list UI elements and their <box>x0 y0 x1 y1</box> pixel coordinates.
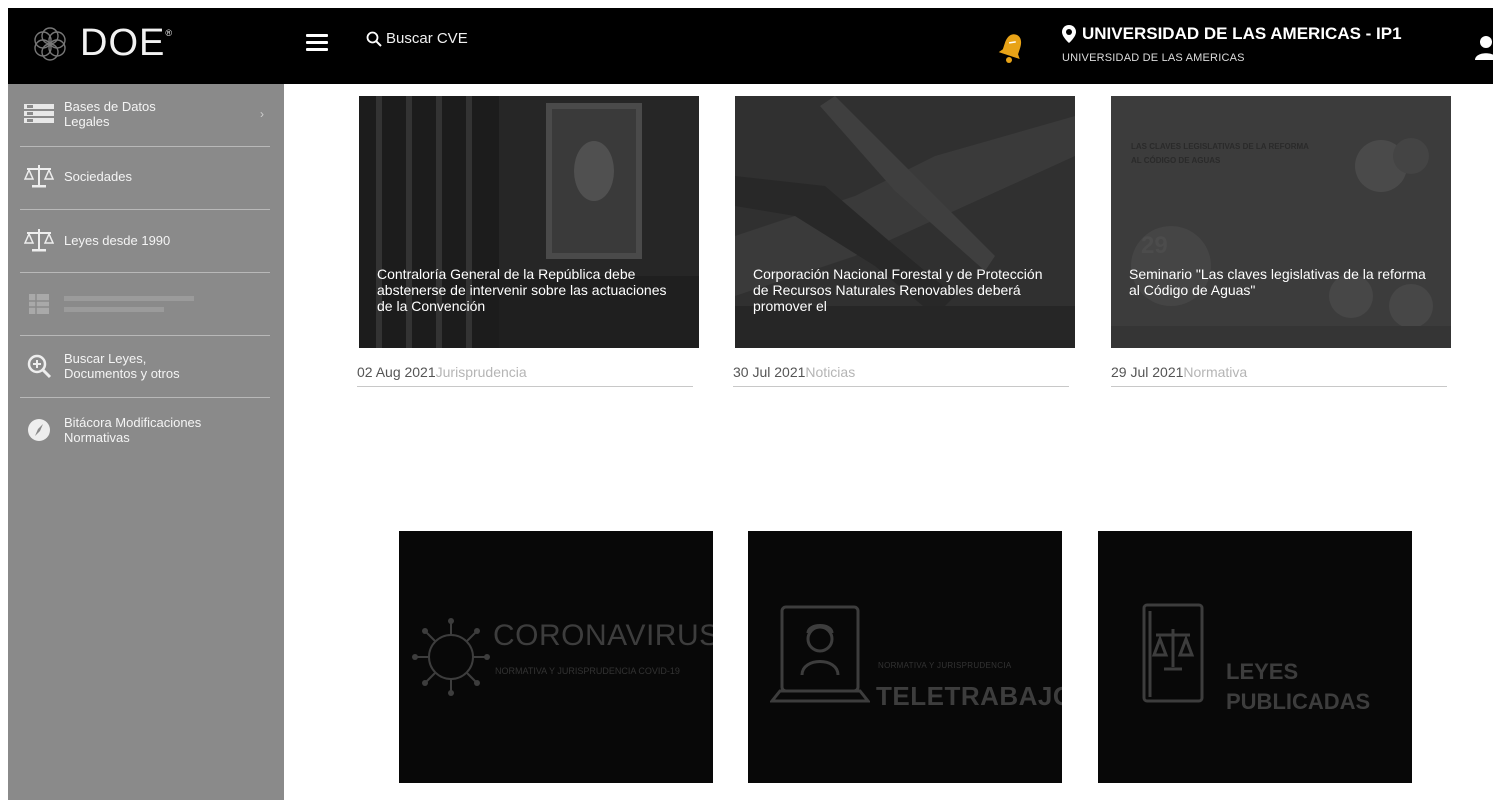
news-category[interactable]: Normativa <box>1183 364 1247 380</box>
database-icon <box>22 102 56 126</box>
laptop-user-icon <box>770 605 870 703</box>
news-meta: 02 Aug 2021Jurisprudencia <box>357 364 693 387</box>
news-title: Seminario "Las claves legislativas de la… <box>1129 266 1426 298</box>
logo-text: DOE® <box>80 22 173 64</box>
seminar-image-heading: LAS CLAVES LEGISLATIVAS DE LA REFORMA AL… <box>1131 142 1309 165</box>
sidebar-item-label: Sociedades <box>64 168 132 184</box>
sidebar-item-sociedades[interactable]: Sociedades <box>8 160 284 192</box>
sidebar-divider <box>20 272 270 273</box>
promo-title-line2: PUBLICADAS <box>1226 689 1371 714</box>
organization-name-text: UNIVERSIDAD DE LAS AMERICAS - IP1 <box>1082 24 1402 43</box>
search-plus-icon <box>22 353 56 379</box>
user-account-icon[interactable] <box>1475 34 1493 60</box>
hamburger-menu-button[interactable] <box>306 34 328 52</box>
sidebar-item-label: Leyes desde 1990 <box>64 232 171 248</box>
sidebar-item-bases-de-datos[interactable]: Bases de Datos Legales › <box>8 94 284 134</box>
blurred-label-line <box>64 307 164 312</box>
scales-icon <box>22 228 56 252</box>
promo-title: TELETRABAJO <box>876 681 1062 711</box>
search-icon <box>366 31 382 47</box>
promo-subtitle: NORMATIVA Y JURISPRUDENCIA <box>878 661 1012 670</box>
sidebar-item-label: Buscar Leyes, Documentos y otros <box>64 351 180 381</box>
news-card[interactable]: LAS CLAVES LEGISLATIVAS DE LA REFORMA AL… <box>1111 96 1451 348</box>
promo-leyes-publicadas[interactable]: LEYES PUBLICADAS <box>1098 531 1412 783</box>
virus-icon <box>412 618 490 696</box>
organization-name: UNIVERSIDAD DE LAS AMERICAS - IP1 <box>1062 24 1402 44</box>
sidebar-item-label: Bitácora Modificaciones Normativas <box>64 415 202 445</box>
sidebar-item-leyes-1990[interactable]: Leyes desde 1990 <box>8 224 284 256</box>
news-date: 02 Aug 2021 <box>357 364 436 380</box>
sidebar-item-disabled[interactable] <box>8 284 284 324</box>
news-category[interactable]: Jurisprudencia <box>436 364 527 380</box>
menu-bar <box>306 48 328 51</box>
sidebar-divider <box>20 209 270 210</box>
promo-title: CORONAVIRUS <box>493 619 713 652</box>
sidebar-divider <box>20 397 270 398</box>
seminar-image-number: 29 <box>1141 232 1168 259</box>
grid-icon <box>22 292 56 316</box>
law-book-icon <box>1142 603 1204 703</box>
search-label: Buscar CVE <box>386 30 468 47</box>
top-bar: DOE® Buscar CVE UNIVERSIDAD DE LAS AMERI… <box>8 8 1493 84</box>
organization-info: UNIVERSIDAD DE LAS AMERICAS - IP1 UNIVER… <box>1062 24 1402 64</box>
news-date: 30 Jul 2021 <box>733 364 806 380</box>
blurred-label-line <box>64 296 194 301</box>
logo-flower-icon <box>34 26 66 61</box>
scales-icon <box>22 164 56 188</box>
location-pin-icon <box>1062 25 1076 43</box>
menu-bar <box>306 34 328 37</box>
chevron-right-icon: › <box>260 106 264 121</box>
news-meta: 29 Jul 2021Normativa <box>1111 364 1447 387</box>
menu-bar <box>306 41 328 44</box>
doe-logo[interactable]: DOE® <box>30 22 173 65</box>
news-category[interactable]: Noticias <box>805 364 855 380</box>
compass-icon <box>22 418 56 442</box>
news-meta: 30 Jul 2021Noticias <box>733 364 1069 387</box>
sidebar-item-buscar-leyes[interactable]: Buscar Leyes, Documentos y otros <box>8 348 284 384</box>
promo-coronavirus[interactable]: CORONAVIRUS NORMATIVA Y JURISPRUDENCIA C… <box>399 531 713 783</box>
news-card[interactable]: Contraloría General de la República debe… <box>359 96 699 348</box>
news-title: Corporación Nacional Forestal y de Prote… <box>753 266 1043 314</box>
sidebar-item-bitacora[interactable]: Bitácora Modificaciones Normativas <box>8 410 284 450</box>
notification-bell-icon[interactable] <box>998 30 1026 64</box>
promo-teletrabajo[interactable]: NORMATIVA Y JURISPRUDENCIA TELETRABAJO <box>748 531 1062 783</box>
news-card[interactable]: Corporación Nacional Forestal y de Prote… <box>735 96 1075 348</box>
news-image-seminar <box>1111 96 1451 348</box>
sidebar-item-label: Bases de Datos Legales <box>64 99 156 129</box>
promo-subtitle: NORMATIVA Y JURISPRUDENCIA COVID-19 <box>495 666 680 676</box>
registered-mark: ® <box>165 28 173 38</box>
sidebar: Bases de Datos Legales › Sociedades Leye… <box>8 84 284 800</box>
news-title: Contraloría General de la República debe… <box>377 266 667 314</box>
sidebar-divider <box>20 146 270 147</box>
promo-title: LEYES <box>1226 659 1299 684</box>
news-date: 29 Jul 2021 <box>1111 364 1184 380</box>
sidebar-divider <box>20 335 270 336</box>
search-cve-button[interactable]: Buscar CVE <box>366 30 468 47</box>
organization-subtitle: UNIVERSIDAD DE LAS AMERICAS <box>1062 52 1245 64</box>
